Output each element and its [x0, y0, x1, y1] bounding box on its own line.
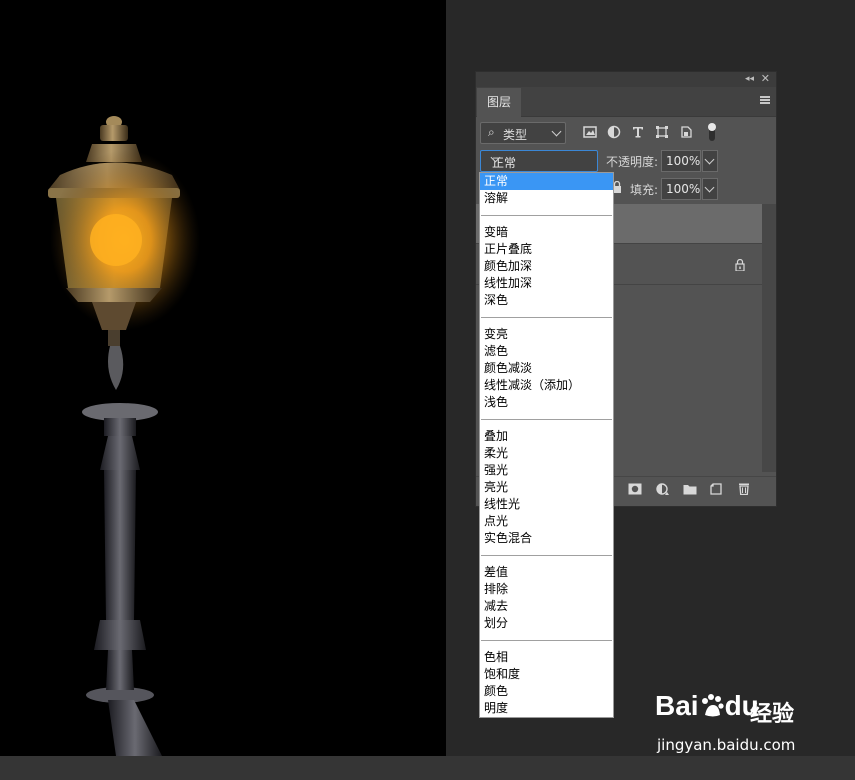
blend-option-lighter-color[interactable]: 浅色 [480, 394, 613, 411]
paw-icon [699, 693, 725, 719]
blend-mode-select[interactable]: 正常 [480, 150, 598, 172]
blend-option-vivid-light[interactable]: 亮光 [480, 479, 613, 496]
filter-toggle-icon[interactable] [705, 122, 719, 142]
chevron-down-icon [704, 154, 715, 165]
blend-option-luminosity[interactable]: 明度 [480, 700, 613, 717]
opacity-label: 不透明度: [606, 155, 659, 169]
blend-option-difference[interactable]: 差值 [480, 564, 613, 581]
blend-option-darker-color[interactable]: 深色 [480, 292, 613, 309]
tab-layers[interactable]: 图层 [477, 88, 521, 117]
dropdown-separator [480, 207, 613, 224]
close-panel-button[interactable]: ✕ [761, 72, 770, 86]
type-filter-icon[interactable] [631, 125, 645, 139]
chevron-down-icon [551, 126, 562, 137]
layer-filter-row: ⌕ 类型 [476, 122, 776, 144]
fill-slider-button[interactable] [702, 178, 718, 200]
filter-type-select[interactable]: ⌕ 类型 [480, 122, 566, 144]
opacity-input[interactable]: 100% [661, 150, 701, 172]
new-layer-icon[interactable] [710, 483, 724, 495]
blend-option-multiply[interactable]: 正片叠底 [480, 241, 613, 258]
blend-option-hue[interactable]: 色相 [480, 649, 613, 666]
blend-option-overlay[interactable]: 叠加 [480, 428, 613, 445]
watermark-jingyan: 经验 [750, 702, 795, 727]
panel-menu-icon[interactable] [760, 96, 770, 104]
shape-filter-icon[interactable] [655, 125, 669, 139]
smart-object-filter-icon[interactable] [679, 125, 693, 139]
blend-option-hard-mix[interactable]: 实色混合 [480, 530, 613, 547]
blend-option-darken[interactable]: 变暗 [480, 224, 613, 241]
blend-option-lighten[interactable]: 变亮 [480, 326, 613, 343]
baidu-jingyan-watermark: Bai du 经验 jingyan.baidu.com [655, 690, 835, 760]
search-icon: ⌕ [488, 125, 495, 139]
panel-tabs: 图层 [476, 87, 776, 117]
dropdown-separator [480, 309, 613, 326]
blend-option-divide[interactable]: 划分 [480, 615, 613, 632]
adjustment-filter-icon[interactable] [607, 125, 621, 139]
blend-option-color-dodge[interactable]: 颜色减淡 [480, 360, 613, 377]
blend-option-normal[interactable]: 正常 [480, 173, 613, 190]
blend-option-subtract[interactable]: 减去 [480, 598, 613, 615]
blend-option-dissolve[interactable]: 溶解 [480, 190, 613, 207]
blend-option-color-burn[interactable]: 颜色加深 [480, 258, 613, 275]
blend-option-linear-burn[interactable]: 线性加深 [480, 275, 613, 292]
blend-option-linear-dodge[interactable]: 线性减淡（添加） [480, 377, 613, 394]
dropdown-separator [480, 547, 613, 564]
dropdown-separator [480, 411, 613, 428]
blend-option-color[interactable]: 颜色 [480, 683, 613, 700]
blend-option-exclusion[interactable]: 排除 [480, 581, 613, 598]
chevron-down-icon [704, 182, 715, 193]
image-filter-icon[interactable] [583, 125, 597, 139]
trash-icon[interactable] [737, 483, 751, 495]
blend-option-saturation[interactable]: 饱和度 [480, 666, 613, 683]
panel-title-bar[interactable]: ◂◂ ✕ [476, 72, 776, 87]
blend-option-screen[interactable]: 滤色 [480, 343, 613, 360]
lock-icon [735, 259, 745, 271]
blend-option-hard-light[interactable]: 强光 [480, 462, 613, 479]
watermark-url: jingyan.baidu.com [657, 736, 796, 754]
watermark-brand: Bai du [655, 690, 759, 722]
fill-input[interactable]: 100% [661, 178, 701, 200]
filter-type-label: 类型 [503, 128, 528, 142]
blend-option-soft-light[interactable]: 柔光 [480, 445, 613, 462]
blend-opacity-row: 正常 不透明度: 100% [476, 150, 776, 172]
blend-mode-dropdown-list[interactable]: 正常 溶解 变暗 正片叠底 颜色加深 线性加深 深色 变亮 滤色 颜色减淡 线性… [479, 172, 614, 718]
blend-option-pin-light[interactable]: 点光 [480, 513, 613, 530]
fill-label: 填充: [630, 183, 659, 197]
document-canvas[interactable] [0, 0, 446, 756]
blend-option-linear-light[interactable]: 线性光 [480, 496, 613, 513]
street-lamp-image [48, 116, 200, 756]
collapse-panel-button[interactable]: ◂◂ [745, 73, 754, 85]
folder-icon[interactable] [683, 483, 697, 495]
watermark-brand-bai: Bai [655, 690, 699, 721]
opacity-slider-button[interactable] [702, 150, 718, 172]
adjustment-layer-icon[interactable] [656, 483, 670, 495]
add-layer-mask-icon[interactable] [628, 483, 642, 495]
dropdown-separator [480, 632, 613, 649]
layer-list-scrollbar[interactable] [762, 204, 776, 472]
